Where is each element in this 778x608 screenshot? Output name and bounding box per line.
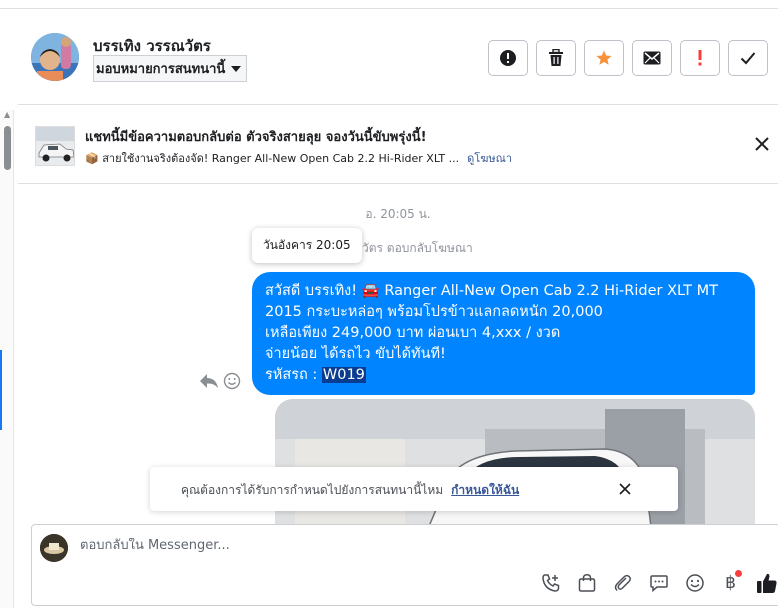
contact-avatar[interactable] — [31, 33, 79, 81]
attach-button[interactable] — [609, 571, 636, 595]
check-icon — [740, 52, 756, 65]
thread-list-scrollbar[interactable]: ▲ — [0, 110, 14, 608]
message-composer: ฿ — [31, 524, 778, 606]
ad-banner-subtitle: 📦 สายใช้งานจริงต้องจัด! Ranger All-New O… — [85, 149, 512, 167]
smiley-icon — [685, 574, 704, 592]
message-line-code: รหัสรถ : W019 — [265, 365, 743, 386]
scroll-up-arrow-icon[interactable]: ▲ — [4, 110, 10, 120]
ad-banner-title: แชทนี้มีข้อความตอบกลับต่อ ตัวจริงสายลุย … — [85, 130, 427, 145]
mark-unread-button[interactable] — [632, 40, 672, 76]
timestamp-tooltip: วันอังคาร 20:05 — [252, 228, 362, 263]
composer-toolbar: ฿ — [537, 570, 778, 595]
phone-plus-icon — [541, 574, 559, 592]
scrollbar-thumb[interactable] — [4, 126, 11, 170]
call-button[interactable] — [537, 571, 564, 595]
ad-reply-banner: แชทนี้มีข้อความตอบกลับต่อ ตัวจริงสายลุย … — [18, 106, 778, 184]
page-avatar-image — [40, 534, 68, 562]
payment-button[interactable]: ฿ — [717, 570, 744, 595]
message-line: เหลือเพียง 249,000 บาท ผ่อนเบา 4,xxx / ง… — [265, 325, 561, 341]
page-avatar — [40, 534, 68, 562]
envelope-icon — [643, 51, 661, 65]
thumbs-up-icon — [756, 573, 777, 593]
caret-down-icon — [231, 65, 242, 72]
reply-icon[interactable] — [199, 373, 219, 389]
react-emoji-icon[interactable] — [223, 372, 241, 390]
car-thumbnail-image — [36, 127, 74, 165]
assign-label: มอบหมายการสนทนานี้ — [96, 62, 226, 77]
star-icon — [596, 50, 612, 65]
ad-reply-note: วัตร ตอบกลับโฆษณา — [362, 241, 473, 255]
star-button[interactable] — [584, 40, 624, 76]
message-line: สวัสดี บรรเทิง! 🚘 Ranger All-New Open Ca… — [265, 283, 718, 299]
trash-icon — [549, 49, 563, 66]
like-button[interactable] — [753, 571, 778, 595]
notification-dot — [735, 570, 742, 577]
car-code-value: W019 — [321, 367, 366, 383]
mark-done-button[interactable] — [728, 40, 768, 76]
assign-conversation-dropdown[interactable]: มอบหมายการสนทนานี้ — [93, 55, 248, 82]
message-line: 2015 กระบะหล่อๆ พร้อมโปรข้าวแลกลดหนัก 20… — [265, 304, 603, 320]
paperclip-icon — [614, 574, 631, 592]
assign-notice-question: คุณต้องการได้รับการกำหนดไปยังการสนทนานี้… — [181, 483, 444, 497]
outgoing-message-bubble[interactable]: สวัสดี บรรเทิง! 🚘 Ranger All-New Open Ca… — [252, 272, 755, 395]
message-actions — [199, 372, 241, 390]
shop-button[interactable] — [573, 571, 600, 595]
delete-button[interactable] — [536, 40, 576, 76]
message-line: จ่ายน้อย ได้รถไว ขับได้ทันที! — [265, 346, 446, 362]
saved-replies-button[interactable] — [645, 571, 672, 595]
close-icon[interactable] — [754, 136, 770, 152]
avatar-photo — [31, 33, 79, 81]
ad-subtitle-text: 📦 สายใช้งานจริงต้องจัด! Ranger All-New O… — [85, 152, 460, 165]
assign-notice-text: คุณต้องการได้รับการกำหนดไปยังการสนทนานี้… — [181, 481, 519, 500]
alert-circle-icon — [500, 50, 516, 66]
selected-thread-indicator — [0, 350, 2, 430]
chat-bubble-icon — [649, 575, 668, 593]
baht-icon: ฿ — [725, 573, 736, 593]
close-icon[interactable] — [618, 482, 632, 496]
exclamation-icon — [698, 50, 702, 66]
emoji-button[interactable] — [681, 571, 708, 595]
ad-thumbnail[interactable] — [35, 126, 75, 166]
inbox-conversation-view: ▲ บรรเทิง วรรณวัตร มอบหมายการสนทนานี้ แช… — [0, 0, 778, 608]
message-timestamp: อ. 20:05 น. — [365, 207, 431, 221]
reply-input[interactable] — [80, 538, 600, 553]
mark-spam-button[interactable] — [488, 40, 528, 76]
assign-to-me-notice: คุณต้องการได้รับการกำหนดไปยังการสนทนานี้… — [150, 467, 678, 511]
shopping-bag-icon — [578, 574, 595, 592]
follow-up-button[interactable] — [680, 40, 720, 76]
assign-to-me-link[interactable]: กำหนดให้ฉัน — [451, 483, 519, 497]
car-code-label: รหัสรถ : — [265, 367, 322, 383]
conversation-header: บรรเทิง วรรณวัตร มอบหมายการสนทนานี้ — [18, 9, 778, 105]
view-ad-link[interactable]: ดูโฆษณา — [467, 152, 512, 165]
